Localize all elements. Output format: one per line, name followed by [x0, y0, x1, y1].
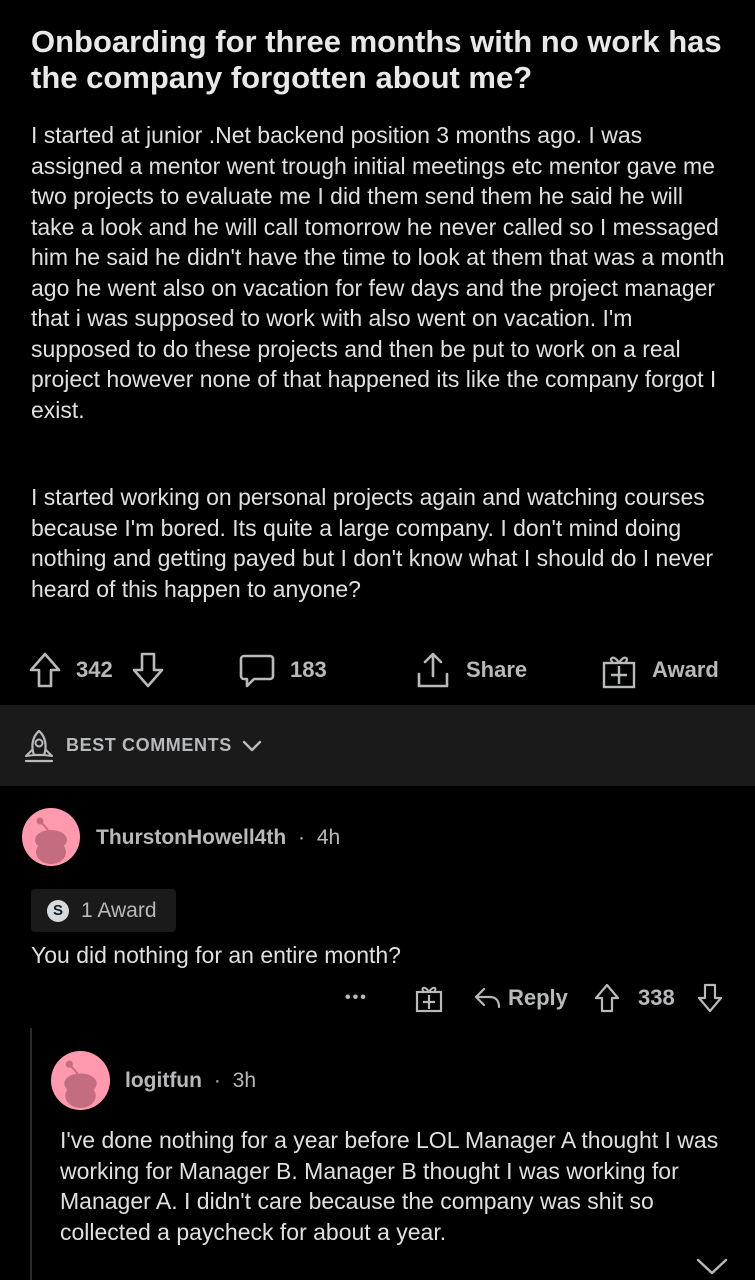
comment-bubble-icon: [239, 654, 275, 688]
snoo-avatar-icon: [64, 1060, 97, 1108]
comment-downvote-button[interactable]: [696, 978, 724, 1018]
reply-label: Reply: [508, 985, 568, 1010]
upvote-arrow-icon: [29, 652, 61, 688]
award-chip[interactable]: S 1 Award: [31, 889, 176, 932]
post-body-paragraph-1: I started at junior .Net backend positio…: [31, 122, 725, 423]
comment-time: 4h: [316, 826, 341, 849]
post-title: Onboarding for three months with no work…: [31, 24, 722, 95]
thread-line[interactable]: [30, 1028, 32, 1280]
reply-button[interactable]: Reply: [472, 978, 568, 1018]
award-count: 1 Award: [81, 898, 157, 922]
comment-upvote-button[interactable]: [593, 978, 621, 1018]
comment-action-bar: ••• Reply 338: [0, 978, 755, 1018]
post-vote-count: 342: [76, 657, 113, 682]
comment-body: You did nothing for an entire month?: [31, 942, 401, 968]
separator-dot: ·: [213, 1069, 221, 1092]
comment-time: 3h: [232, 1069, 257, 1092]
gift-icon: [415, 986, 443, 1013]
avatar[interactable]: [22, 808, 80, 866]
give-award-button[interactable]: [414, 978, 444, 1018]
sort-label: BEST COMMENTS: [66, 735, 232, 755]
comment-username[interactable]: ThurstonHowell4th: [96, 826, 286, 849]
comments-sort-bar: BEST COMMENTS: [0, 705, 755, 786]
reply-arrow-icon: [474, 987, 501, 1009]
downvote-arrow-icon: [697, 983, 723, 1013]
comments-button[interactable]: 183: [238, 647, 327, 693]
upvote-arrow-icon: [594, 983, 620, 1013]
post-body-paragraph-2: I started working on personal projects a…: [31, 484, 714, 602]
comment-score: 338: [638, 985, 675, 1010]
downvote-button[interactable]: [131, 647, 165, 693]
comment-body: I've done nothing for a year before LOL …: [60, 1127, 719, 1245]
award-label: Award: [652, 657, 719, 682]
comment-username[interactable]: logitfun: [125, 1069, 202, 1092]
collapse-chevron-icon[interactable]: [695, 1256, 729, 1276]
separator-dot: ·: [298, 826, 306, 849]
post-action-bar: 342 183 Share Award: [0, 647, 755, 693]
gift-icon: [602, 656, 636, 689]
award-button[interactable]: Award: [600, 647, 719, 693]
comment-author[interactable]: logitfun · 3h: [125, 1069, 256, 1093]
share-icon: [417, 652, 449, 688]
avatar[interactable]: [51, 1051, 110, 1110]
share-label: Share: [466, 657, 528, 682]
comment-author[interactable]: ThurstonHowell4th · 4h: [96, 826, 340, 850]
more-options-button[interactable]: •••: [345, 978, 368, 1018]
snoo-avatar-icon: [35, 817, 67, 864]
rocket-icon: [24, 729, 54, 762]
upvote-button[interactable]: [28, 647, 62, 693]
downvote-arrow-icon: [132, 652, 164, 688]
share-button[interactable]: Share: [414, 647, 527, 693]
comment-count: 183: [290, 657, 327, 682]
silver-award-icon: S: [47, 899, 69, 922]
sort-dropdown[interactable]: BEST COMMENTS: [22, 705, 263, 786]
chevron-down-icon: [242, 740, 262, 751]
